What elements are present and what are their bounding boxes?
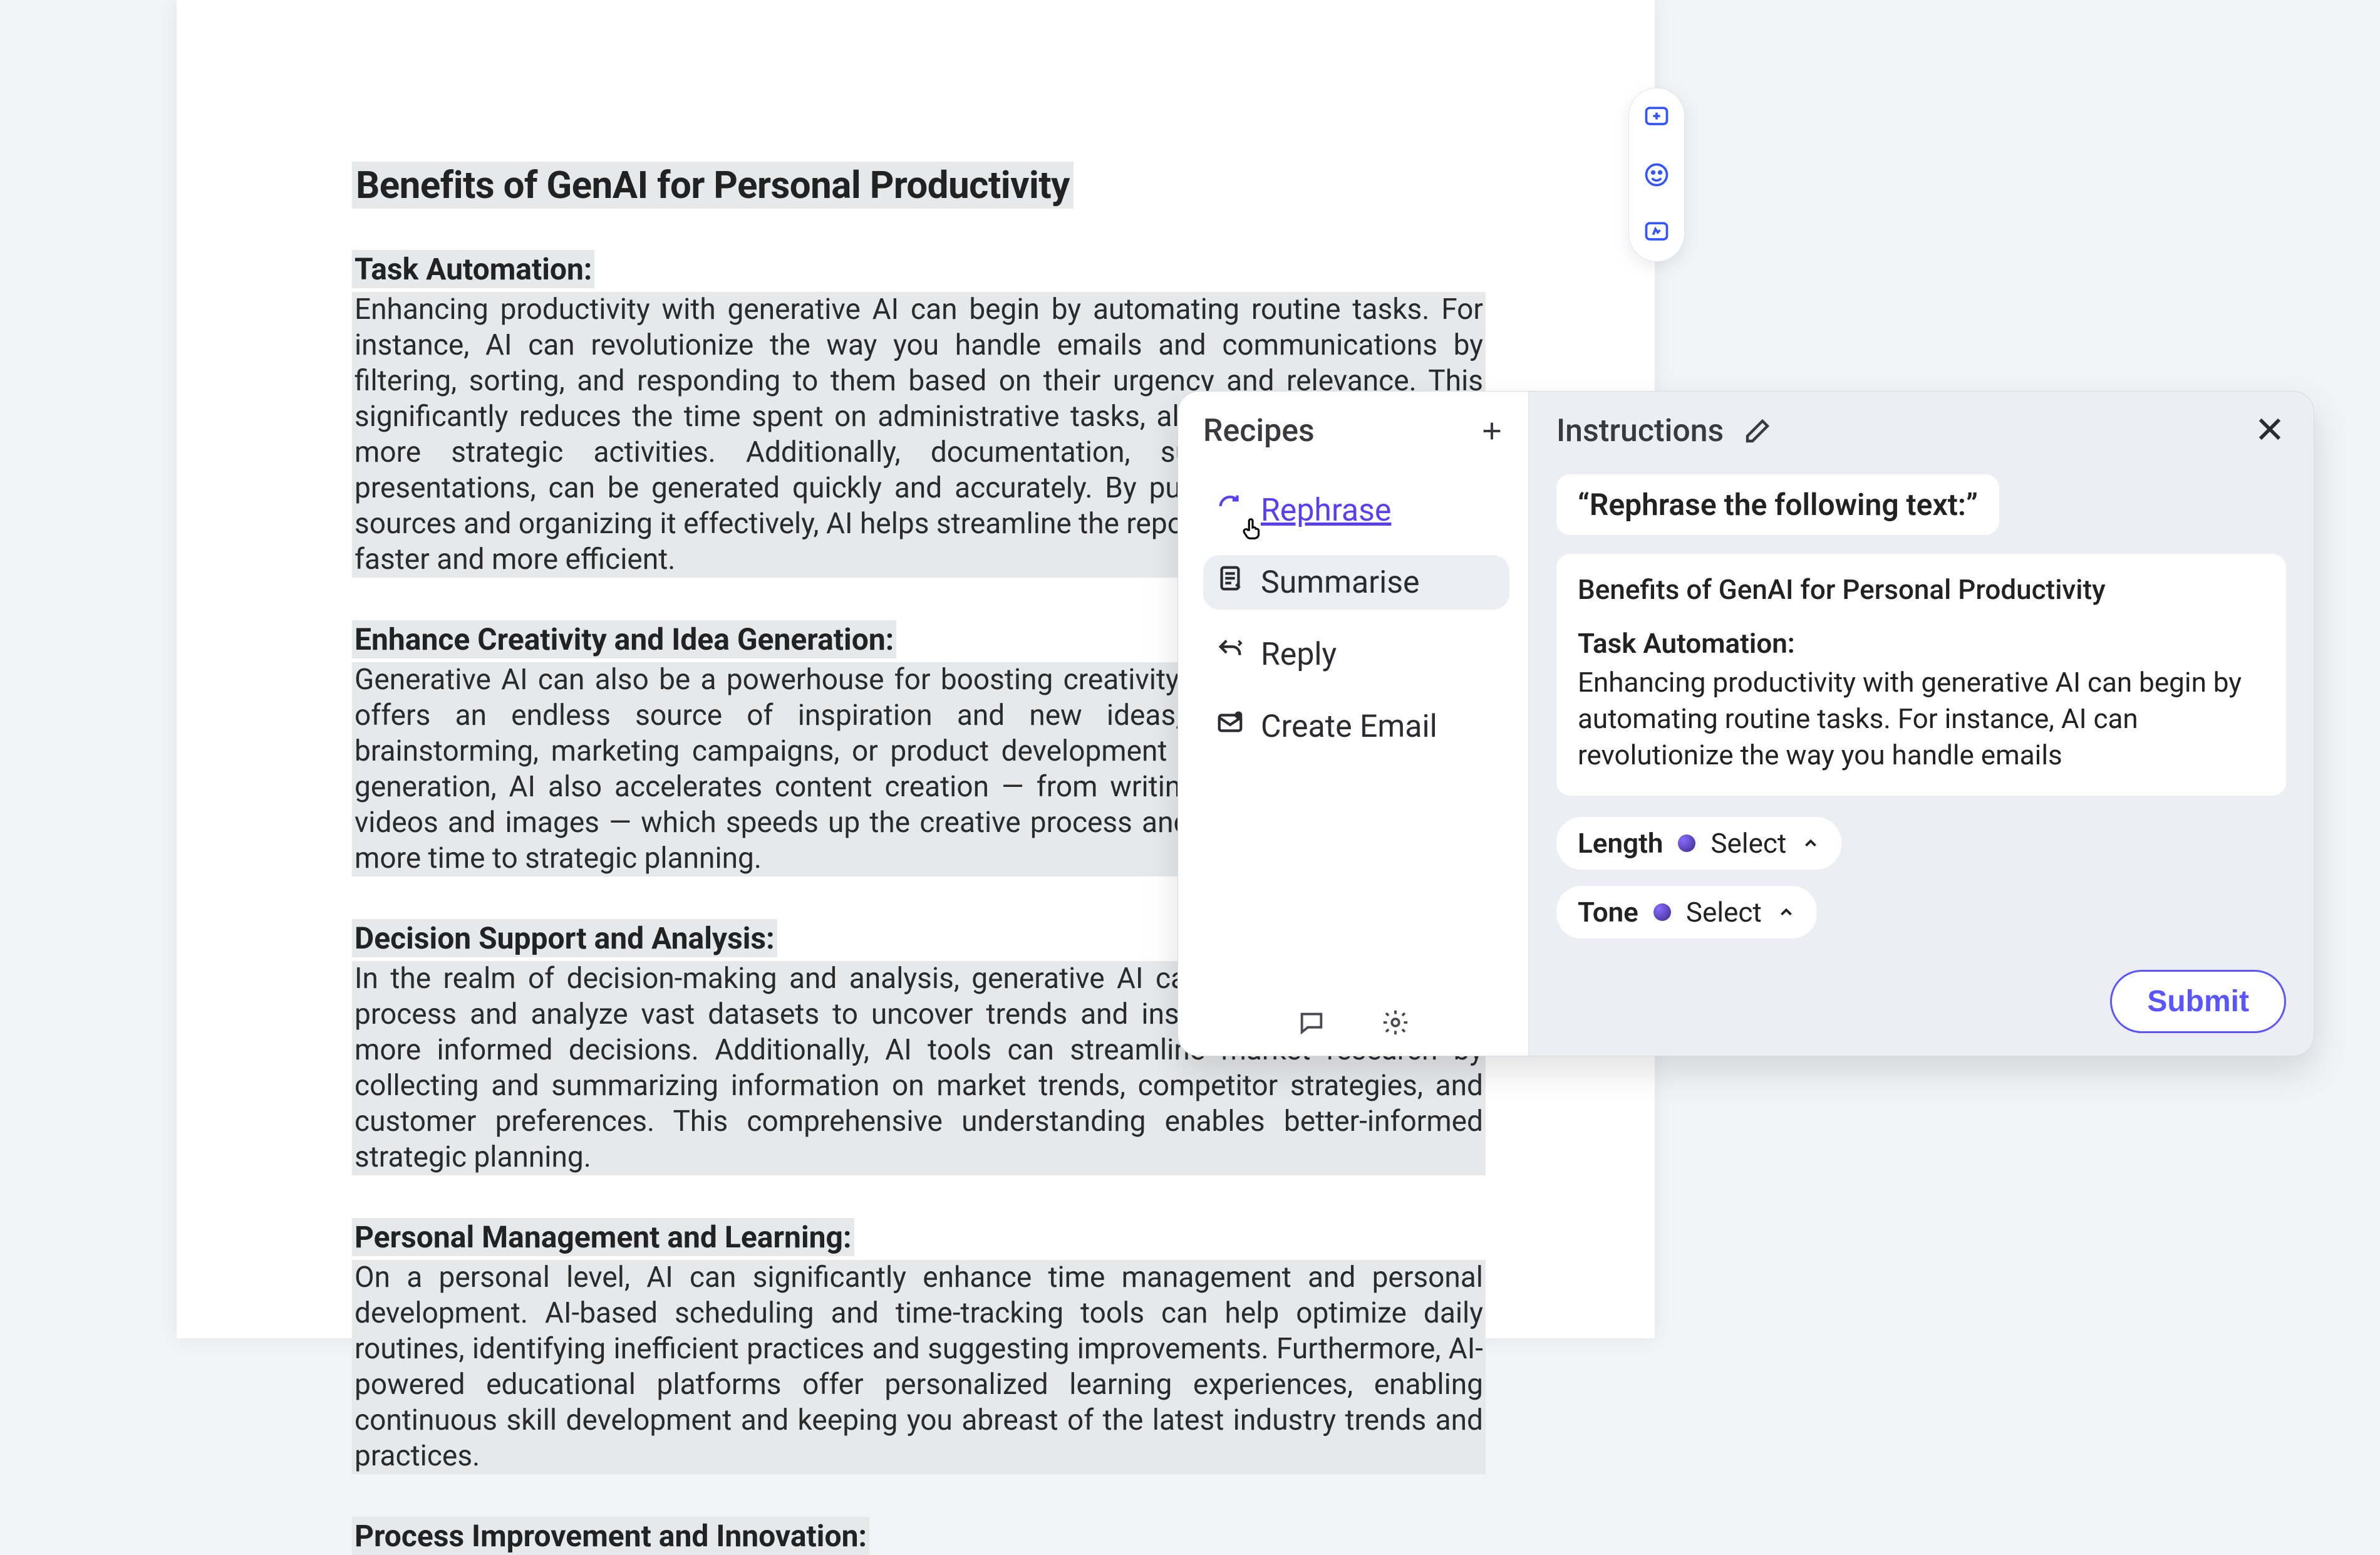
recipe-summarise[interactable]: Summarise [1203,555,1509,610]
rephrase-icon [1216,492,1244,529]
ai-assistant-popup: Recipes Rephrase Summarise [1177,391,2314,1056]
doc-section: Process Improvement and Innovation: [352,1518,1486,1554]
recipe-label: Rephrase [1261,492,1391,529]
instructions-title: Instructions [1556,413,1724,449]
selected-text-preview: Benefits of GenAI for Personal Productiv… [1556,554,2286,796]
emoji-button[interactable] [1639,157,1674,192]
summarise-icon [1216,564,1244,601]
doc-section: Personal Management and Learning: On a p… [352,1219,1486,1474]
submit-button[interactable]: Submit [2110,970,2286,1033]
close-button[interactable] [2253,413,2286,445]
ai-dot-icon [1678,835,1695,852]
reply-icon [1216,636,1244,673]
recipe-reply[interactable]: Reply [1203,627,1509,682]
chat-button[interactable] [1295,1006,1328,1039]
recipes-panel: Recipes Rephrase Summarise [1178,392,1529,1056]
suggest-edit-button[interactable] [1639,215,1674,250]
instructions-panel: Instructions “Rephrase the following tex… [1529,392,2314,1056]
length-select[interactable]: Length Select [1556,817,1841,870]
tone-select[interactable]: Tone Select [1556,886,1817,939]
preview-title: Benefits of GenAI for Personal Productiv… [1578,571,2265,608]
recipe-label: Reply [1261,637,1337,673]
email-icon [1216,708,1244,745]
param-value: Select [1710,827,1786,860]
recipe-rephrase[interactable]: Rephrase [1203,483,1509,538]
recipes-header: Recipes [1203,413,1509,449]
section-body: On a personal level, AI can significantl… [352,1260,1486,1474]
recipes-footer [1178,1006,1528,1039]
chevron-up-icon [1801,827,1820,860]
param-label: Length [1578,827,1663,860]
recipes-title: Recipes [1203,413,1315,449]
param-label: Tone [1578,896,1638,928]
settings-button[interactable] [1379,1006,1412,1039]
recipe-label: Summarise [1261,564,1420,601]
recipe-list: Rephrase Summarise Reply [1203,483,1509,754]
preview-subheading: Task Automation: [1578,625,2265,662]
instructions-header: Instructions [1556,413,2286,449]
edit-instructions-button[interactable] [1742,416,1772,446]
add-recipe-button[interactable] [1474,413,1509,449]
section-heading: Enhance Creativity and Idea Generation: [352,620,896,658]
prompt-text: “Rephrase the following text:” [1556,474,1999,535]
param-value: Select [1686,896,1762,928]
section-heading: Decision Support and Analysis: [352,919,777,957]
section-heading: Personal Management and Learning: [352,1218,854,1256]
preview-body: Enhancing productivity with generative A… [1578,664,2265,773]
quick-action-toolbar [1628,88,1685,262]
section-heading: Process Improvement and Innovation: [352,1517,869,1555]
recipe-create-email[interactable]: Create Email [1203,699,1509,754]
recipe-label: Create Email [1261,709,1437,745]
section-heading: Task Automation: [352,250,594,288]
ai-dot-icon [1653,903,1671,921]
chevron-up-icon [1777,896,1796,928]
add-comment-button[interactable] [1639,100,1674,135]
document-title: Benefits of GenAI for Personal Productiv… [352,162,1074,209]
